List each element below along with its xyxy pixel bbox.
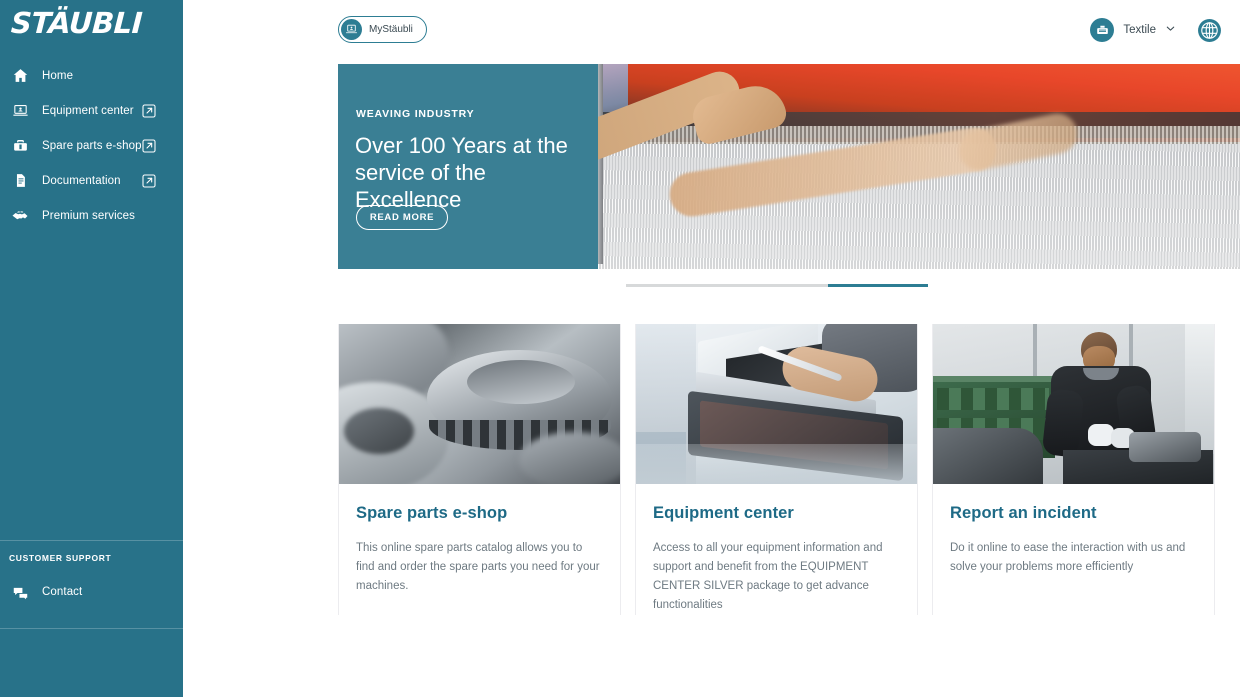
home-icon: [6, 67, 34, 84]
mystaubli-icon: [341, 19, 362, 40]
sidebar-item-equipment-center[interactable]: Equipment center: [0, 93, 183, 128]
external-link-icon[interactable]: [141, 103, 157, 119]
sidebar-divider-top: [0, 540, 183, 541]
sidebar-item-home[interactable]: Home: [0, 58, 183, 93]
card-body: Report an incident Do it online to ease …: [933, 484, 1214, 577]
card-spare-parts-eshop[interactable]: Spare parts e-shop This online spare par…: [338, 324, 621, 615]
carousel-progress-track[interactable]: [626, 284, 928, 287]
sidebar-item-spare-parts-eshop[interactable]: Spare parts e-shop: [0, 128, 183, 163]
hero-read-more-button[interactable]: READ MORE: [356, 205, 448, 230]
language-selector[interactable]: [1197, 18, 1222, 43]
sector-label: Textile: [1123, 24, 1156, 36]
card-title: Equipment center: [653, 504, 794, 522]
card-equipment-center[interactable]: Equipment center Access to all your equi…: [635, 324, 918, 615]
main-content: MyStäubli Textile WEAVING INDUSTRY Over …: [183, 0, 1240, 697]
carousel-progress-fill: [828, 284, 928, 287]
topbar: MyStäubli Textile: [183, 0, 1240, 64]
mystaubli-button[interactable]: MyStäubli: [338, 16, 427, 43]
sidebar-item-label: Equipment center: [42, 104, 134, 117]
sidebar-item-documentation[interactable]: Documentation: [0, 163, 183, 198]
textile-icon: [1090, 18, 1115, 42]
technician-workshop-photo: [933, 324, 1214, 484]
card-title: Report an incident: [950, 504, 1097, 522]
card-report-incident[interactable]: Report an incident Do it online to ease …: [932, 324, 1215, 615]
handshake-icon: [6, 207, 34, 225]
card-text: Do it online to ease the interaction wit…: [950, 542, 1186, 573]
sidebar-item-label: Home: [42, 69, 74, 82]
page-root: STÄUBLI Home Equipment center Spare part…: [0, 0, 1240, 697]
sidebar-item-contact[interactable]: Contact: [0, 578, 183, 606]
brand-logo-text: STÄUBLI: [10, 6, 143, 40]
sidebar-item-label: Documentation: [42, 174, 121, 187]
hero-title: Over 100 Years at the service of the Exc…: [355, 133, 568, 212]
sidebar: STÄUBLI Home Equipment center Spare part…: [0, 0, 183, 697]
sidebar-item-label: Contact: [42, 586, 83, 598]
external-link-icon[interactable]: [141, 138, 157, 154]
sector-selector[interactable]: Textile: [1090, 18, 1176, 42]
sidebar-divider-bottom: [0, 628, 183, 629]
monitor-icon: [6, 102, 34, 119]
metal-gears-photo: [339, 324, 620, 484]
hero-kicker: WEAVING INDUSTRY: [356, 108, 475, 120]
hero-banner[interactable]: WEAVING INDUSTRY Over 100 Years at the s…: [338, 64, 1240, 269]
card-title: Spare parts e-shop: [356, 504, 508, 522]
document-icon: [6, 172, 34, 189]
laptop-tablet-photo: [636, 324, 917, 484]
sidebar-item-premium-services[interactable]: Premium services: [0, 198, 183, 233]
sidebar-item-label: Spare parts e-shop: [42, 139, 142, 152]
service-cards: Spare parts e-shop This online spare par…: [338, 324, 1240, 615]
external-link-icon[interactable]: [141, 173, 157, 189]
brand-logo[interactable]: STÄUBLI: [0, 0, 183, 47]
mystaubli-label: MyStäubli: [369, 24, 413, 35]
sidebar-nav: Home Equipment center Spare parts e-shop…: [0, 58, 183, 233]
card-text: Access to all your equipment information…: [653, 542, 883, 611]
sidebar-item-label: Premium services: [42, 209, 135, 222]
card-body: Spare parts e-shop This online spare par…: [339, 484, 620, 596]
chat-bubble-icon: [6, 584, 34, 601]
toolbox-icon: [6, 137, 34, 154]
customer-support-heading: CUSTOMER SUPPORT: [9, 553, 112, 563]
chevron-down-icon[interactable]: [1165, 21, 1176, 39]
card-body: Equipment center Access to all your equi…: [636, 484, 917, 615]
card-text: This online spare parts catalog allows y…: [356, 542, 600, 592]
